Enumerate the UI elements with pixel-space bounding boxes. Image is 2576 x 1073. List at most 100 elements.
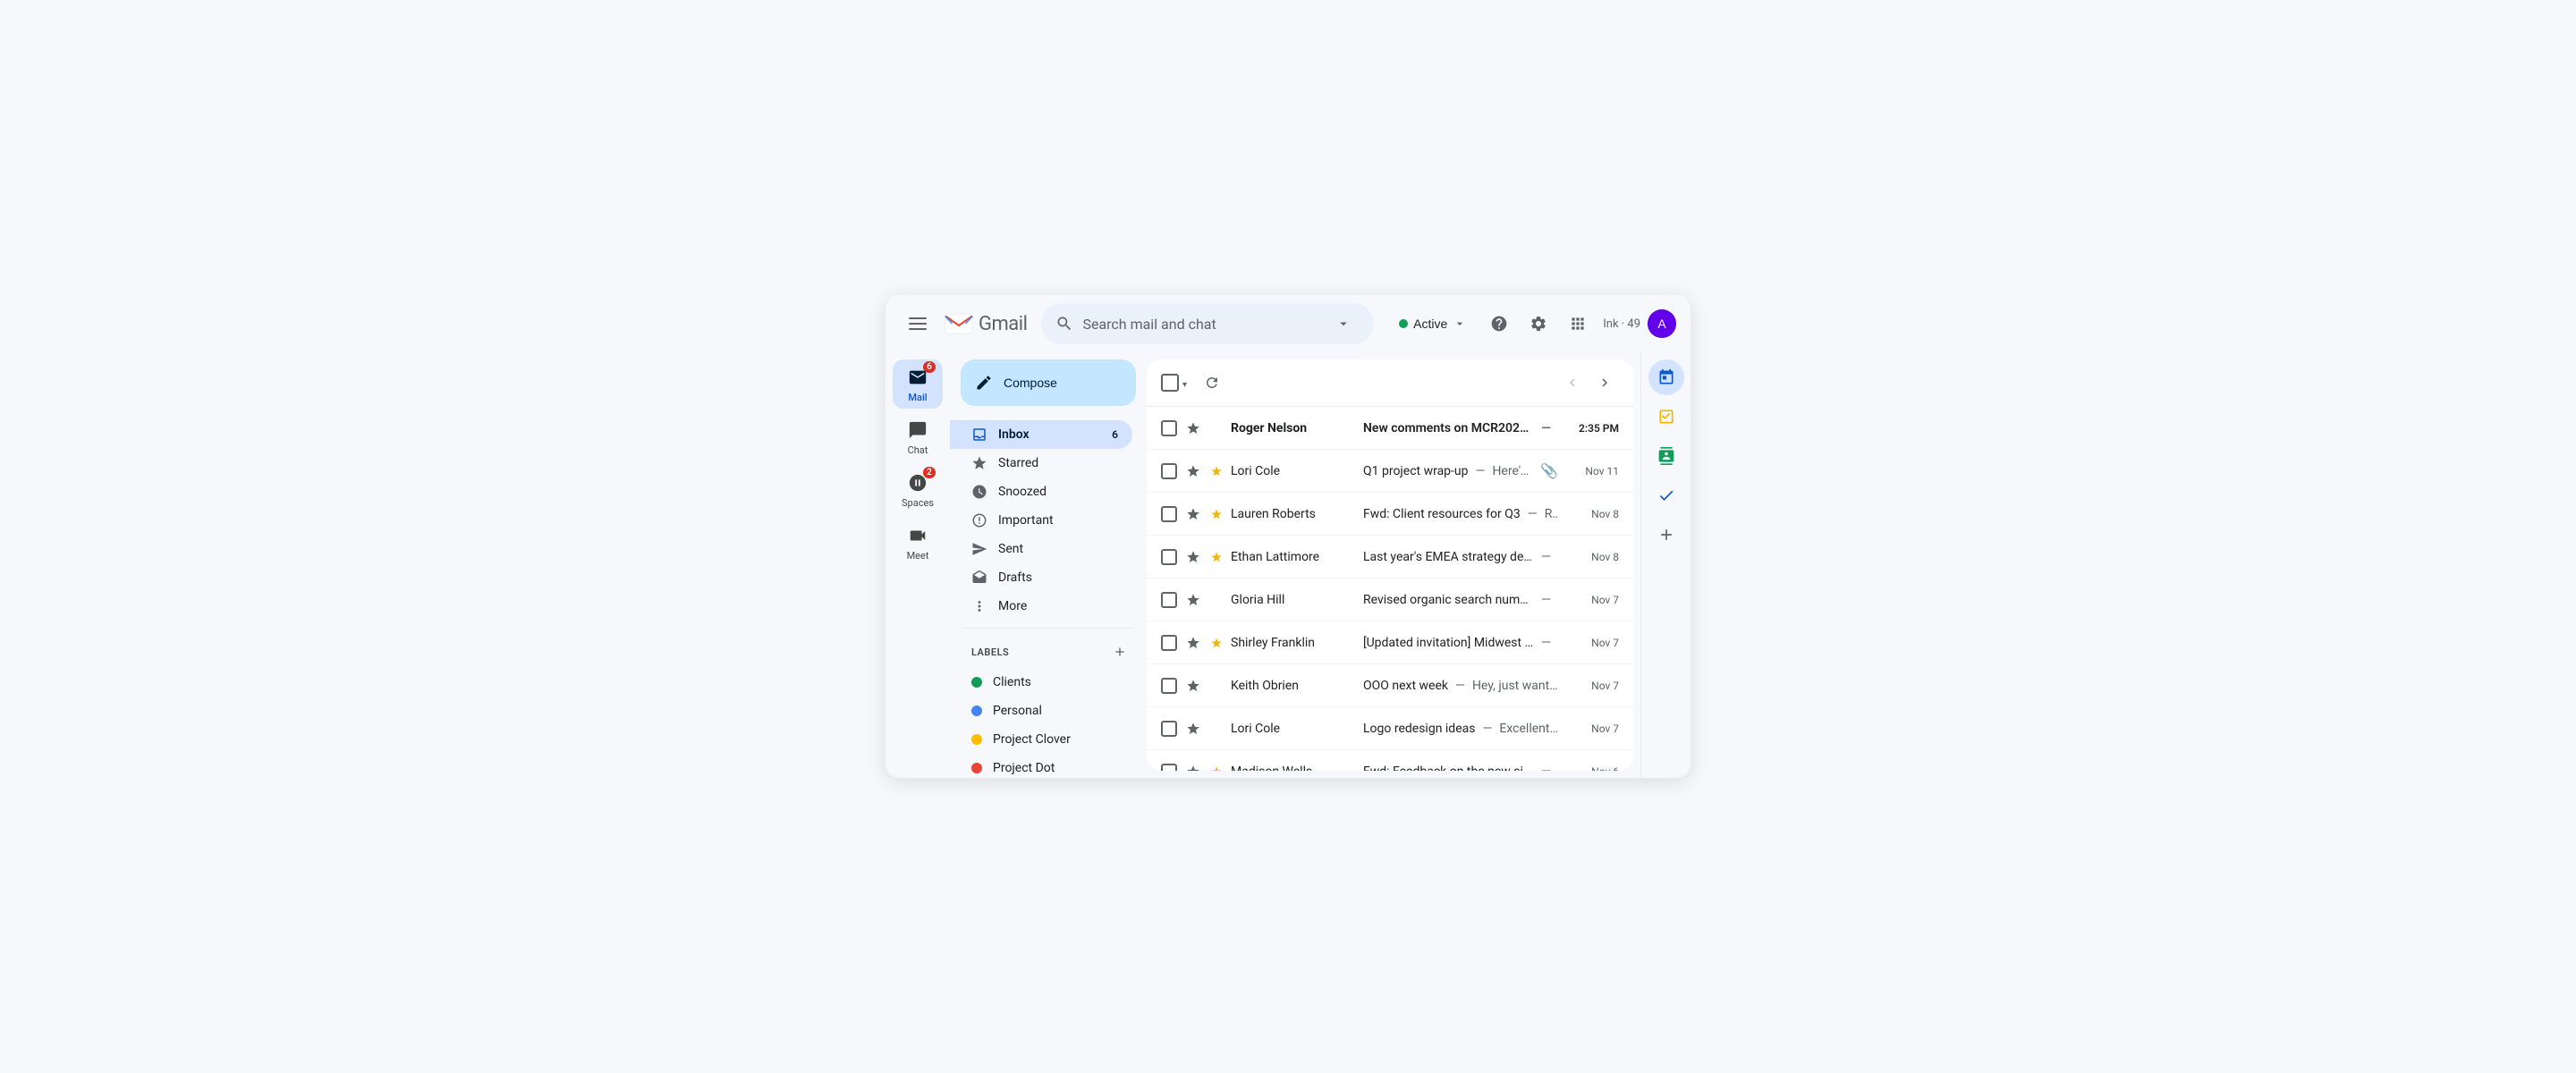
row-subject: Logo redesign ideas [1363, 722, 1475, 736]
spaces-nav-icon: 2 [905, 470, 930, 495]
contacts-button[interactable] [1648, 438, 1684, 474]
add-apps-button[interactable] [1648, 517, 1684, 553]
gmail-logo-icon [943, 308, 975, 340]
email-row[interactable]: Ethan Lattimore Last year's EMEA strateg… [1147, 536, 1633, 579]
row-star[interactable] [1184, 720, 1202, 738]
tasks-icon [1657, 408, 1675, 426]
label-dot-personal [971, 705, 982, 716]
row-checkbox[interactable] [1161, 764, 1177, 772]
nav-item-mail[interactable]: 6 Mail [893, 359, 943, 409]
row-star[interactable] [1184, 505, 1202, 523]
menu-button[interactable] [900, 306, 936, 342]
refresh-button[interactable] [1196, 367, 1228, 399]
avatar-image: A [1648, 309, 1676, 338]
next-page-button[interactable] [1590, 368, 1619, 397]
row-star[interactable] [1184, 548, 1202, 566]
row-subject-preview: Q1 project wrap-up — Here's a list of al… [1363, 464, 1533, 478]
row-subject: Revised organic search numbers [1363, 593, 1534, 607]
select-dropdown-button[interactable]: ▾ [1181, 375, 1189, 392]
row-checkbox[interactable] [1161, 506, 1177, 522]
svg-text:A: A [1657, 317, 1666, 331]
email-row[interactable]: Lauren Roberts Fwd: Client resources for… [1147, 493, 1633, 536]
email-row[interactable]: Madison Wells Fwd: Feedback on the new s… [1147, 750, 1633, 771]
sidebar-label-project-dot[interactable]: Project Dot [950, 754, 1132, 778]
avatar[interactable]: A [1648, 309, 1676, 338]
important-icon [1210, 765, 1223, 772]
email-list-toolbar: ▾ [1147, 359, 1633, 407]
row-checkbox[interactable] [1161, 549, 1177, 565]
select-all-checkbox[interactable] [1161, 374, 1179, 392]
search-input[interactable]: Search mail and chat [1082, 316, 1318, 333]
row-star[interactable] [1184, 677, 1202, 695]
next-page-icon [1597, 375, 1613, 391]
add-label-button[interactable] [1107, 639, 1132, 664]
settings-button[interactable] [1521, 306, 1556, 342]
row-checkbox[interactable] [1161, 592, 1177, 608]
search-dropdown-button[interactable] [1327, 308, 1360, 340]
sidebar-badge-inbox: 6 [1112, 428, 1118, 441]
prev-page-button[interactable] [1558, 368, 1587, 397]
sidebar-label-personal[interactable]: Personal [950, 697, 1132, 725]
row-checkbox[interactable] [1161, 635, 1177, 651]
chat-nav-label: Chat [908, 444, 928, 456]
row-star[interactable] [1184, 634, 1202, 652]
row-subject: [Updated invitation] Midwest retail sale… [1363, 636, 1534, 650]
sidebar-item-drafts[interactable]: Drafts [950, 563, 1132, 592]
gmail-logo: Gmail [943, 308, 1027, 340]
row-important-marker [1209, 551, 1224, 563]
row-subject: New comments on MCR2020 draft presentati… [1363, 421, 1534, 435]
row-sender: Roger Nelson [1231, 421, 1356, 435]
sidebar-item-inbox[interactable]: Inbox 6 [950, 420, 1132, 449]
row-star[interactable] [1184, 419, 1202, 437]
sidebar-divider [964, 628, 1132, 629]
inbox-icon [971, 427, 987, 443]
help-button[interactable] [1481, 306, 1517, 342]
sidebar-item-label-drafts: Drafts [998, 570, 1032, 585]
important-icon [1210, 508, 1223, 520]
sidebar-item-label-snoozed: Snoozed [998, 485, 1046, 499]
row-checkbox[interactable] [1161, 463, 1177, 479]
search-bar[interactable]: Search mail and chat [1041, 303, 1374, 344]
label-dot-clients [971, 677, 982, 688]
email-row[interactable]: Gloria Hill Revised organic search numbe… [1147, 579, 1633, 621]
status-label: Active [1413, 317, 1447, 331]
compose-button[interactable]: Compose [961, 359, 1136, 406]
row-important-marker [1209, 508, 1224, 520]
email-row[interactable]: Roger Nelson New comments on MCR2020 dra… [1147, 407, 1633, 450]
sidebar-label-clients[interactable]: Clients [950, 668, 1132, 697]
sidebar-item-starred[interactable]: Starred [950, 449, 1132, 477]
nav-item-chat[interactable]: Chat [893, 412, 943, 461]
tasks-button[interactable] [1648, 399, 1684, 435]
row-star[interactable] [1184, 462, 1202, 480]
sidebar-item-more[interactable]: More [950, 592, 1132, 621]
row-checkbox[interactable] [1161, 678, 1177, 694]
important-icon [971, 512, 987, 528]
nav-item-spaces[interactable]: 2 Spaces [893, 465, 943, 514]
apps-button[interactable] [1560, 306, 1596, 342]
sidebar-label-project-clover[interactable]: Project Clover [950, 725, 1132, 754]
row-time: Nov 7 [1565, 722, 1619, 735]
email-row[interactable]: Lori Cole Logo redesign ideas — Excellen… [1147, 707, 1633, 750]
row-star[interactable] [1184, 763, 1202, 772]
nav-item-meet[interactable]: Meet [893, 518, 943, 567]
email-row[interactable]: Lori Cole Q1 project wrap-up — Here's a … [1147, 450, 1633, 493]
row-preview: Here's a list of all the top challenges … [1492, 464, 1533, 478]
sidebar-item-important[interactable]: Important [950, 506, 1132, 535]
row-sender: Ethan Lattimore [1231, 550, 1356, 564]
calendar-icon [1657, 368, 1675, 386]
calendar-button[interactable] [1648, 359, 1684, 395]
sidebar-item-snoozed[interactable]: Snoozed [950, 477, 1132, 506]
row-sender: Keith Obrien [1231, 679, 1356, 693]
email-row[interactable]: Shirley Franklin [Updated invitation] Mi… [1147, 621, 1633, 664]
row-star[interactable] [1184, 591, 1202, 609]
row-sender: Lori Cole [1231, 722, 1356, 736]
row-checkbox[interactable] [1161, 420, 1177, 436]
email-row[interactable]: Keith Obrien OOO next week — Hey, just w… [1147, 664, 1633, 707]
star-icon [1186, 765, 1200, 772]
row-time: Nov 8 [1565, 551, 1619, 563]
check-mark-button[interactable] [1648, 477, 1684, 513]
row-checkbox[interactable] [1161, 721, 1177, 737]
sidebar-item-sent[interactable]: Sent [950, 535, 1132, 563]
row-time: 2:35 PM [1565, 422, 1619, 435]
status-button[interactable]: Active [1388, 311, 1478, 336]
